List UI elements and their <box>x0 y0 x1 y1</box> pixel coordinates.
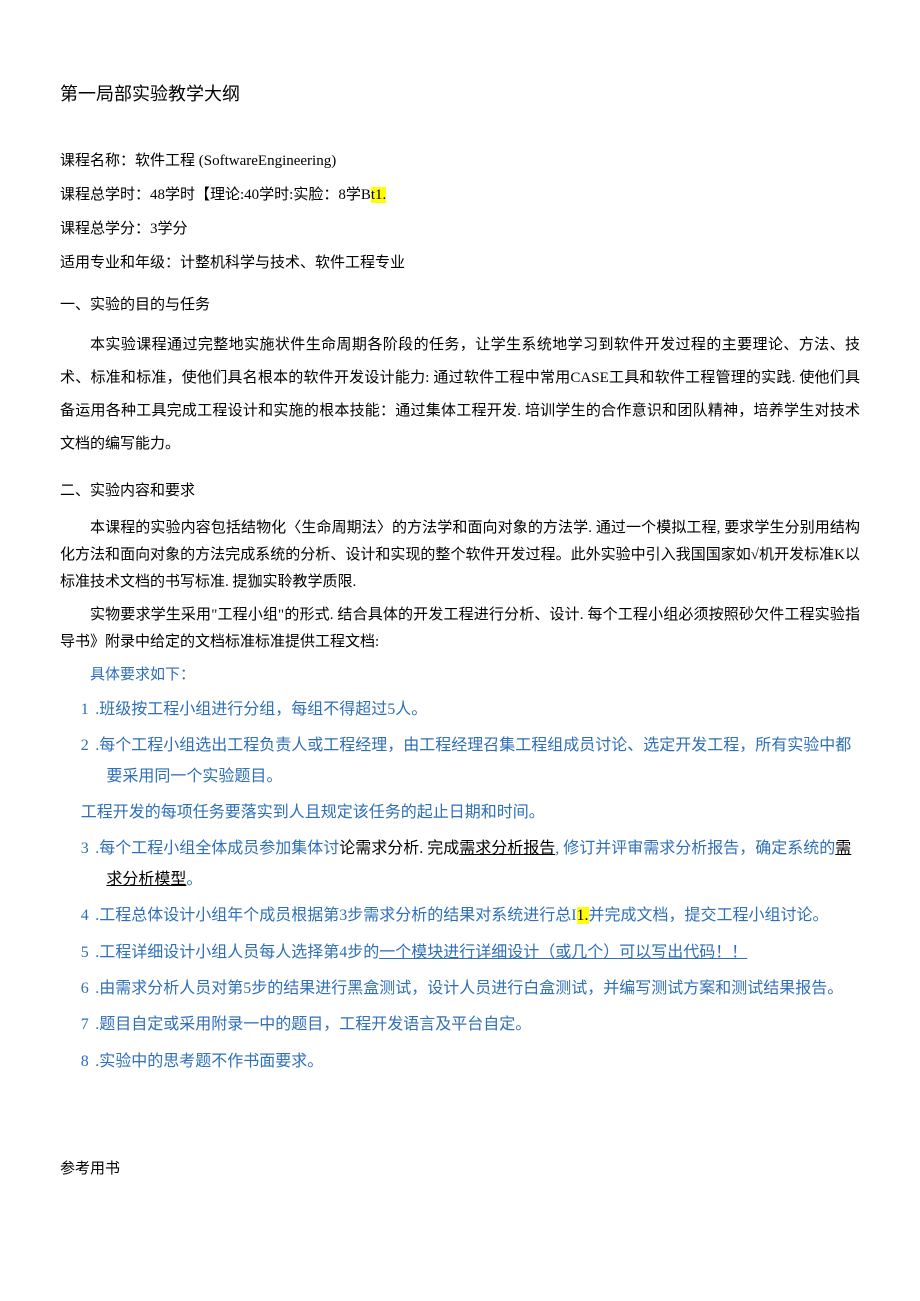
item-text: .班级按工程小组进行分组，每组不得超过5人。 <box>95 701 427 718</box>
item-number: 5 <box>81 944 89 961</box>
item-text-a: .工程总体设计小组年个成员根据第3步需求分析的结果对系统进行总I <box>95 907 576 924</box>
item-number: 6 <box>81 980 89 997</box>
credits-label: 课程总学分： <box>60 221 150 237</box>
item-text: .实验中的思考题不作书面要求。 <box>95 1053 323 1070</box>
requirement-item-3: 3 .每个工程小组全体成员参加集体讨论需求分析. 完成需求分析报告, 修订并评审需… <box>60 834 860 895</box>
hours-highlight: t1. <box>371 187 386 203</box>
item-text-f: 。 <box>186 871 202 888</box>
item-highlight: 1. <box>577 907 589 924</box>
item-text: .每个工程小组选出工程负责人或工程经理，由工程经理召集工程组成员讨论、选定开发工… <box>95 737 851 784</box>
item-link-report: 需求分析报告 <box>459 840 555 857</box>
section-2-paragraph-2: 实物要求学生采用"工程小组"的形式. 结合具体的开发工程进行分析、设计. 每个工… <box>60 602 860 656</box>
credits-value: 3学分 <box>150 221 188 237</box>
requirement-item-8: 8 .实验中的思考题不作书面要求。 <box>60 1047 860 1077</box>
item-number: 7 <box>81 1016 89 1033</box>
item-number: 4 <box>81 907 89 924</box>
requirement-item-6: 6 .由需求分析人员对第5步的结果进行黑盒测试，设计人员进行白盒测试，并编写测试方… <box>60 974 860 1004</box>
section-2-paragraph-1: 本课程的实验内容包括结物化〈生命周期法〉的方法学和面向对象的方法学. 通过一个模… <box>60 515 860 596</box>
item-number: 8 <box>81 1053 89 1070</box>
requirement-item-7: 7 .题目自定或采用附录一中的题目，工程开发语言及平台自定。 <box>60 1010 860 1040</box>
hours-value: 48学时【理论:40学时:实脸：8学B <box>150 187 371 203</box>
hours-label: 课程总学时： <box>60 187 150 203</box>
requirement-item-5: 5 .工程详细设计小组人员每人选择第4步的一个模块进行详细设计（或几个）可以写出代… <box>60 938 860 968</box>
references-heading: 参考用书 <box>60 1157 860 1181</box>
course-name-value: 软件工程 (SoftwareEngineering) <box>135 153 336 169</box>
hours-line: 课程总学时：48学时【理论:40学时:实脸：8学Bt1. <box>60 183 860 207</box>
course-name-line: 课程名称：软件工程 (SoftwareEngineering) <box>60 149 860 173</box>
section-1-heading: 一、实验的目的与任务 <box>60 293 860 317</box>
item-text: .由需求分析人员对第5步的结果进行黑盒测试，设计人员进行白盒测试，并编写测试方案… <box>95 980 843 997</box>
item-link-module: 一个模块进行详细设计（或几个）可以写出代码！！ <box>379 944 747 961</box>
item-text-b: 论需求分析. 完成 <box>339 840 459 857</box>
requirement-item-2b: 工程开发的每项任务要落实到人且规定该任务的起止日期和时间。 <box>60 798 860 828</box>
page-title: 第一局部实验教学大纲 <box>60 80 860 109</box>
section-1-paragraph: 本实验课程通过完整地实施状件生命周期各阶段的任务，让学生系统地学习到软件开发过程… <box>60 329 860 461</box>
item-text: 工程开发的每项任务要落实到人且规定该任务的起止日期和时间。 <box>81 804 545 821</box>
item-text-a: .每个工程小组全体成员参加集体讨 <box>95 840 339 857</box>
requirement-item-2: 2 .每个工程小组选出工程负责人或工程经理，由工程经理召集工程组成员讨论、选定开发… <box>60 731 860 792</box>
item-text-d: , 修订并评审需求分析报告，确定系统的 <box>555 840 835 857</box>
requirement-item-1: 1 .班级按工程小组进行分组，每组不得超过5人。 <box>60 695 860 725</box>
item-number: 2 <box>81 737 89 754</box>
item-number: 1 <box>81 701 89 718</box>
section-2-heading: 二、实验内容和要求 <box>60 479 860 503</box>
item-text: .题目自定或采用附录一中的题目，工程开发语言及平台自定。 <box>95 1016 531 1033</box>
item-text-b: 并完成文档，提交工程小组讨论。 <box>589 907 829 924</box>
major-label: 适用专业和年级： <box>60 255 180 271</box>
item-text-a: .工程详细设计小组人员每人选择第4步的 <box>95 944 379 961</box>
requirements-intro: 具体要求如下： <box>60 662 860 689</box>
credits-line: 课程总学分：3学分 <box>60 217 860 241</box>
major-line: 适用专业和年级：计整机科学与技术、软件工程专业 <box>60 251 860 275</box>
item-number: 3 <box>81 840 89 857</box>
course-name-label: 课程名称： <box>60 153 135 169</box>
major-value: 计整机科学与技术、软件工程专业 <box>180 255 405 271</box>
requirement-item-4: 4 .工程总体设计小组年个成员根据第3步需求分析的结果对系统进行总I1.并完成文档… <box>60 901 860 931</box>
